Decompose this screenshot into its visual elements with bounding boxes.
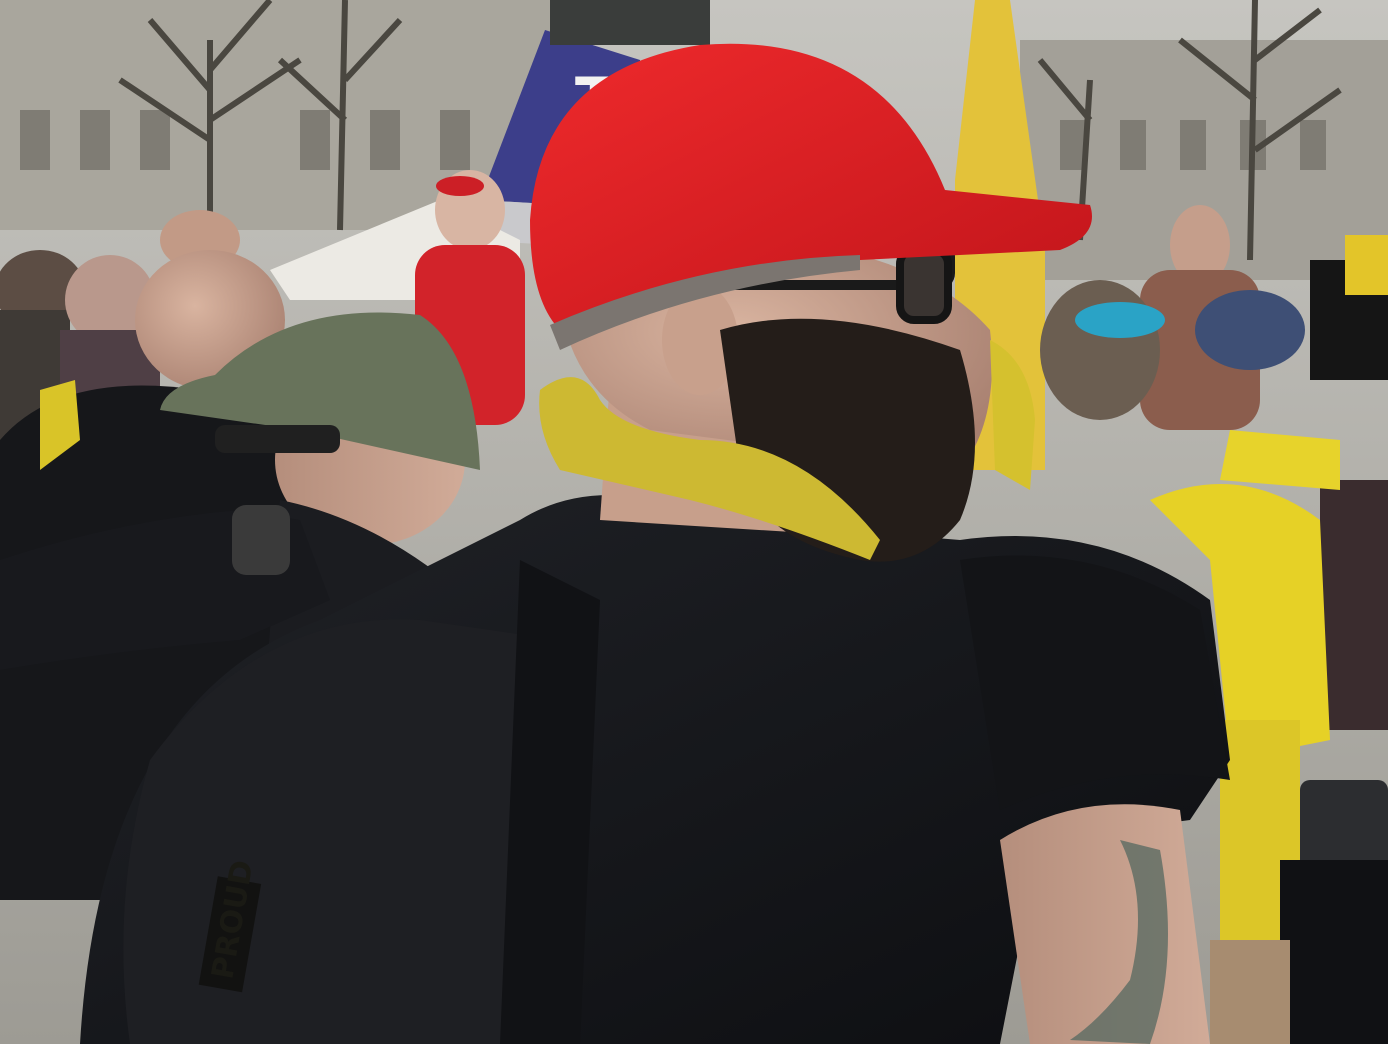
eyeglasses-lens: [896, 246, 952, 324]
forearm: [1000, 804, 1210, 1044]
yellow-shirt-right: [1220, 430, 1340, 490]
green-cap-sunglasses: [215, 425, 340, 453]
cardboard-box: [1210, 940, 1290, 1044]
wristwatch: [232, 505, 290, 575]
photo-scene: T PROUD: [0, 0, 1388, 1044]
right-foreground-jacket: [1280, 860, 1388, 1044]
photo-illustration: T PROUD: [0, 0, 1388, 1044]
statue-top: [550, 0, 710, 45]
